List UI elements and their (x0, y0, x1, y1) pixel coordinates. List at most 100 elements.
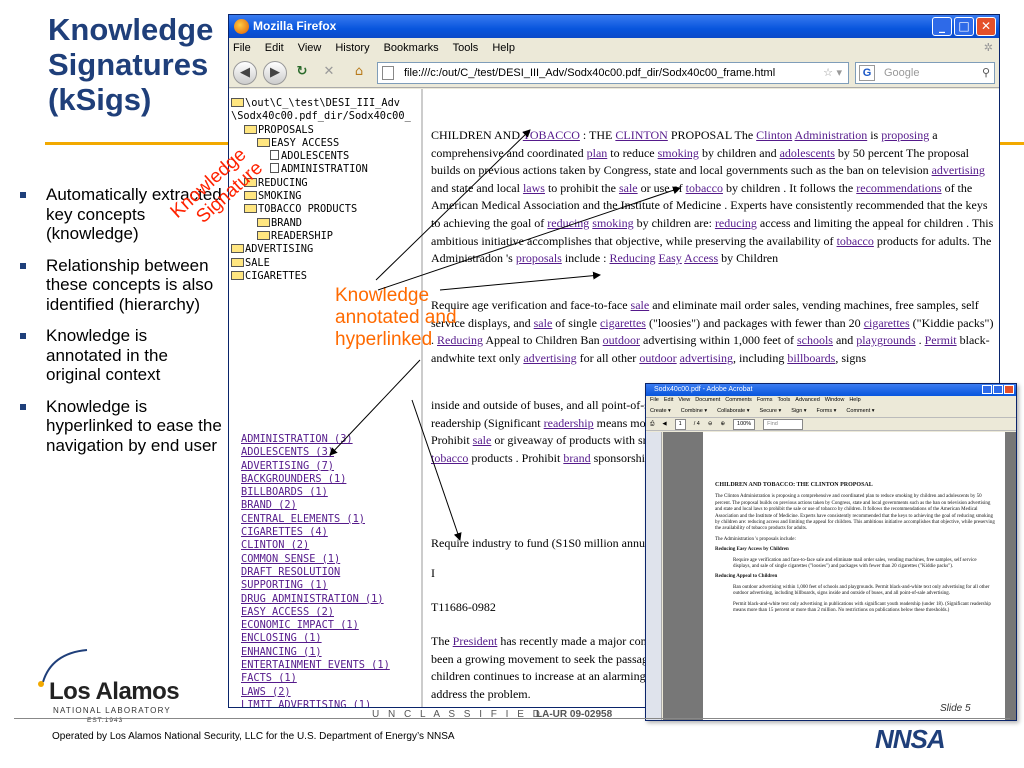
concept-link[interactable]: readership (544, 416, 594, 430)
concept-link[interactable]: tobacco (431, 451, 468, 465)
tree-node[interactable]: PROPOSALS (229, 124, 421, 137)
index-link[interactable]: CLINTON (2) (241, 539, 421, 552)
concept-link[interactable]: Easy (658, 251, 681, 265)
concept-link[interactable]: outdoor (639, 351, 676, 365)
zoom-in-icon[interactable]: ⊕ (720, 418, 725, 431)
concept-link[interactable]: cigarettes (600, 316, 646, 330)
acrobat-menu-item[interactable]: Help (849, 396, 860, 405)
concept-link[interactable]: Permit (925, 333, 957, 347)
acrobat-menu-item[interactable]: Forms (757, 396, 773, 405)
bookmark-star-icon[interactable]: ☆ ▾ (823, 63, 842, 83)
concept-link[interactable]: plan (587, 146, 608, 160)
menu-edit[interactable]: Edit (265, 38, 284, 58)
menu-help[interactable]: Help (492, 38, 515, 58)
index-link[interactable]: ADVERTISING (7) (241, 460, 421, 473)
concept-link[interactable]: tobacco (686, 181, 723, 195)
menu-tools[interactable]: Tools (453, 38, 479, 58)
concept-link[interactable]: CLINTON (615, 128, 667, 142)
concept-link[interactable]: brand (563, 451, 590, 465)
concept-link[interactable]: schools (797, 333, 833, 347)
prev-page-icon[interactable]: ◀ (662, 418, 666, 431)
concept-link[interactable]: sale (534, 316, 553, 330)
tree-node[interactable]: SALE (229, 257, 421, 270)
index-link[interactable]: ENCLOSING (1) (241, 632, 421, 645)
index-link[interactable]: LIMIT ADVERTISING (1) (241, 699, 421, 707)
acrobat-menu-item[interactable]: File (650, 396, 659, 405)
tree-node[interactable]: ADOLESCENTS (229, 150, 421, 163)
acrobat-toolbar-button[interactable]: Combine ▾ (681, 405, 707, 417)
menu-bookmarks[interactable]: Bookmarks (384, 38, 439, 58)
concept-link[interactable]: proposals (516, 251, 562, 265)
concept-link[interactable]: laws (523, 181, 545, 195)
index-link[interactable]: EASY ACCESS (2) (241, 606, 421, 619)
google-icon[interactable]: G (859, 64, 875, 81)
index-link[interactable]: ADOLESCENTS (3) (241, 446, 421, 459)
concept-link[interactable]: advertising (523, 351, 576, 365)
menu-file[interactable]: File (233, 38, 251, 58)
acrobat-close-button[interactable] (1004, 385, 1014, 394)
search-input[interactable]: G Google ⚲ (855, 61, 995, 84)
concept-link[interactable]: advertising (680, 351, 733, 365)
page-number-field[interactable]: 1 (674, 418, 686, 430)
concept-link[interactable]: tobacco (837, 234, 874, 248)
acrobat-navigation-pane[interactable] (646, 432, 662, 720)
close-button[interactable]: ✕ (976, 17, 996, 36)
tree-node[interactable]: ADVERTISING (229, 243, 421, 256)
acrobat-toolbar-button[interactable]: Secure ▾ (760, 405, 782, 417)
concept-link[interactable]: proposing (881, 128, 929, 142)
acrobat-menu-item[interactable]: Document (695, 396, 720, 405)
acrobat-menu-item[interactable]: Window (825, 396, 845, 405)
tree-node[interactable]: TOBACCO PRODUCTS (229, 203, 421, 216)
index-link[interactable]: CENTRAL ELEMENTS (1) (241, 513, 421, 526)
acrobat-toolbar-button[interactable]: Comment ▾ (846, 405, 874, 417)
index-link[interactable]: SUPPORTING (1) (241, 579, 421, 592)
concept-link[interactable]: outdoor (603, 333, 640, 347)
acrobat-toolbar-button[interactable]: Sign ▾ (791, 405, 806, 417)
index-link[interactable]: CIGARETTES (4) (241, 526, 421, 539)
zoom-out-icon[interactable]: ⊖ (708, 418, 713, 431)
search-icon[interactable]: ⚲ (982, 63, 990, 83)
concept-link[interactable]: recommendations (856, 181, 941, 195)
index-link[interactable]: ENHANCING (1) (241, 646, 421, 659)
acrobat-titlebar[interactable]: Sodx40c00.pdf - Adobe Acrobat (646, 384, 1016, 396)
concept-link[interactable]: billboards (787, 351, 835, 365)
menu-view[interactable]: View (298, 38, 322, 58)
acrobat-toolbar-button[interactable]: Create ▾ (650, 405, 671, 417)
index-link[interactable]: ECONOMIC IMPACT (1) (241, 619, 421, 632)
concept-link[interactable]: reducing (715, 216, 757, 230)
menu-history[interactable]: History (335, 38, 369, 58)
index-link[interactable]: BILLBOARDS (1) (241, 486, 421, 499)
index-link[interactable]: BRAND (2) (241, 499, 421, 512)
concept-link[interactable]: Access (684, 251, 718, 265)
reload-icon[interactable]: ↻ (293, 61, 311, 85)
index-link[interactable]: BACKGROUNDERS (1) (241, 473, 421, 486)
tree-node[interactable]: READERSHIP (229, 230, 421, 243)
acrobat-minimize-button[interactable] (982, 385, 992, 394)
index-link[interactable]: LAWS (2) (241, 686, 421, 699)
ksig-frame[interactable]: \out\C_\test\DESI_III_Adv \Sodx40c00.pdf_… (229, 89, 423, 707)
index-link[interactable]: ENTERTAINMENT EVENTS (1) (241, 659, 421, 672)
concept-link[interactable]: playgrounds (856, 333, 915, 347)
concept-link[interactable]: Reducing (609, 251, 655, 265)
concept-link[interactable]: reducing (547, 216, 589, 230)
firefox-titlebar[interactable]: Mozilla Firefox _ □ ✕ (229, 15, 999, 38)
concept-link[interactable]: President (453, 634, 498, 648)
acrobat-toolbar-button[interactable]: Forms ▾ (817, 405, 837, 417)
print-icon[interactable]: ⎙ (650, 418, 654, 431)
tree-node[interactable]: EASY ACCESS (229, 137, 421, 150)
forward-button[interactable]: ▶ (263, 60, 287, 85)
find-input[interactable]: Find (763, 418, 804, 430)
index-link[interactable]: DRAFT RESOLUTION (241, 566, 421, 579)
concept-link[interactable]: sale (619, 181, 638, 195)
maximize-button[interactable]: □ (954, 17, 974, 36)
tree-node[interactable]: \Sodx40c00.pdf_dir/Sodx40c00_ (229, 110, 421, 123)
concept-link[interactable]: advertising (932, 163, 985, 177)
concept-link[interactable]: smoking (592, 216, 633, 230)
concept-link[interactable]: cigarettes (864, 316, 910, 330)
acrobat-maximize-button[interactable] (993, 385, 1003, 394)
back-button[interactable]: ◀ (233, 60, 257, 85)
zoom-field[interactable]: 100% (733, 418, 756, 430)
concept-link[interactable]: sale (473, 433, 492, 447)
tree-node[interactable]: \out\C_\test\DESI_III_Adv (229, 97, 421, 110)
tree-node[interactable]: CIGARETTES (229, 270, 421, 283)
